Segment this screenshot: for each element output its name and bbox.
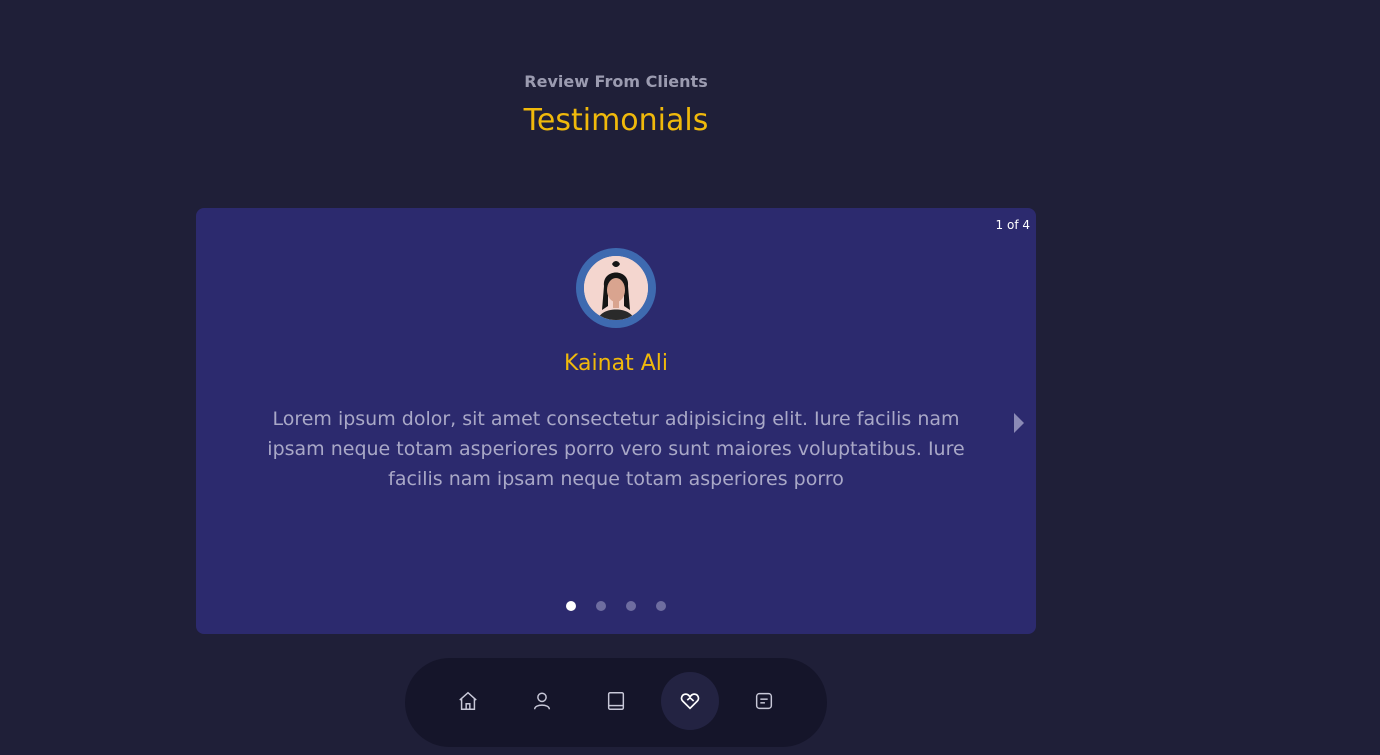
next-slide-arrow-icon[interactable] bbox=[1014, 413, 1024, 433]
pagination-dot-2[interactable] bbox=[596, 601, 606, 611]
section-subtitle: Review From Clients bbox=[524, 72, 708, 91]
testimonial-text: Lorem ipsum dolor, sit amet consectetur … bbox=[267, 408, 965, 490]
bottom-nav bbox=[405, 658, 827, 747]
nav-contact-button[interactable] bbox=[735, 672, 793, 730]
pagination-dot-3[interactable] bbox=[626, 601, 636, 611]
client-photo bbox=[584, 256, 648, 320]
user-icon bbox=[533, 692, 551, 710]
home-icon bbox=[459, 691, 477, 710]
nav-about-button[interactable] bbox=[513, 672, 571, 730]
heart-handshake-icon bbox=[680, 693, 700, 710]
client-portrait-image bbox=[584, 256, 648, 320]
message-icon bbox=[755, 692, 773, 710]
pagination-dot-4[interactable] bbox=[656, 601, 666, 611]
nav-experience-button[interactable] bbox=[587, 672, 645, 730]
page: Review From Clients Testimonials 1 of 4 … bbox=[0, 0, 1380, 755]
nav-testimonials-button[interactable] bbox=[661, 672, 719, 730]
avatar bbox=[576, 248, 656, 328]
pagination-dot-1[interactable] bbox=[566, 601, 576, 611]
section-title: Testimonials bbox=[523, 103, 709, 138]
slide-counter: 1 of 4 bbox=[995, 218, 1030, 232]
testimonial-card: 1 of 4 Kainat Ali Lorem ipsum dolor, sit… bbox=[196, 208, 1036, 634]
pagination-dots bbox=[196, 601, 1036, 611]
nav-home-button[interactable] bbox=[439, 672, 497, 730]
client-name: Kainat Ali bbox=[564, 351, 668, 376]
book-icon bbox=[607, 692, 625, 710]
